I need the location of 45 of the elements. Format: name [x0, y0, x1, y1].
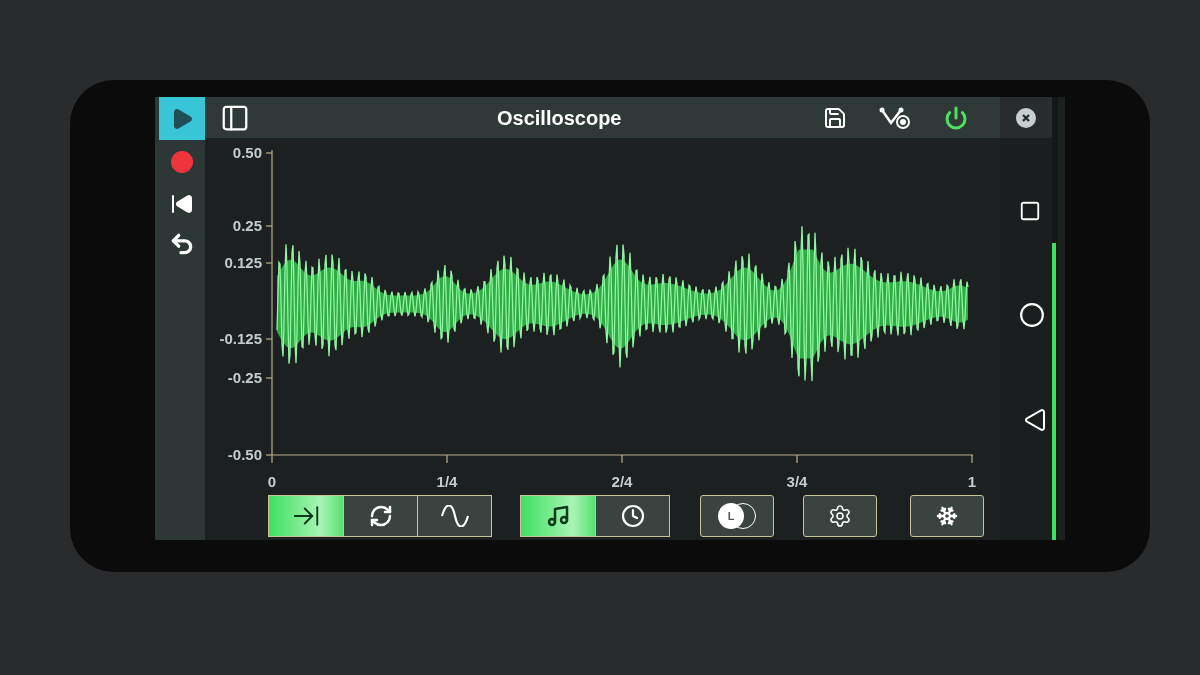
x-axis-label: 2/4 — [611, 473, 633, 490]
y-axis-label: 0.25 — [232, 217, 262, 234]
waveform-button[interactable] — [417, 496, 491, 536]
note-sync-button[interactable] — [521, 496, 595, 536]
x-axis-label: 3/4 — [786, 473, 808, 490]
routing-icon — [879, 105, 911, 130]
square-icon — [1019, 200, 1041, 222]
record-icon — [171, 151, 193, 173]
y-axis-label: 0.50 — [232, 144, 262, 161]
back-button[interactable] — [1023, 408, 1047, 432]
power-button[interactable] — [944, 105, 968, 130]
window-title: Oscilloscope — [497, 105, 622, 131]
recent-apps-button[interactable] — [1019, 200, 1041, 222]
time-button[interactable] — [595, 496, 669, 536]
align-button[interactable] — [269, 496, 343, 536]
x-axis-label: 1 — [967, 473, 977, 490]
channel-button[interactable]: L — [700, 495, 774, 537]
loop-icon — [368, 504, 393, 528]
undo-icon — [169, 231, 195, 257]
x-axis-label: 0 — [267, 473, 277, 490]
save-icon — [823, 105, 847, 130]
save-button[interactable] — [823, 105, 847, 130]
skip-back-icon — [170, 192, 194, 216]
channel-label: L — [718, 503, 744, 529]
routing-button[interactable] — [879, 105, 911, 130]
triangle-icon — [1023, 408, 1047, 432]
y-axis-label: -0.50 — [227, 446, 262, 463]
power-icon — [944, 105, 968, 130]
snowflake-icon — [936, 505, 958, 527]
settings-button[interactable] — [803, 495, 877, 537]
play-button[interactable] — [159, 97, 205, 140]
home-button[interactable] — [1019, 302, 1045, 328]
settings-icon — [828, 504, 852, 528]
circle-icon — [1019, 302, 1045, 328]
y-axis-label: -0.125 — [219, 330, 262, 347]
y-axis-label: 0.125 — [224, 254, 262, 271]
close-icon — [1021, 112, 1031, 123]
x-axis-label: 1/4 — [436, 473, 458, 490]
freeze-button[interactable] — [910, 495, 984, 537]
sine-wave-icon — [439, 505, 470, 527]
close-button[interactable] — [1016, 107, 1036, 128]
music-note-icon — [546, 504, 570, 528]
y-axis-label: -0.25 — [227, 369, 262, 386]
clock-icon — [620, 504, 645, 528]
loop-button[interactable] — [343, 496, 417, 536]
